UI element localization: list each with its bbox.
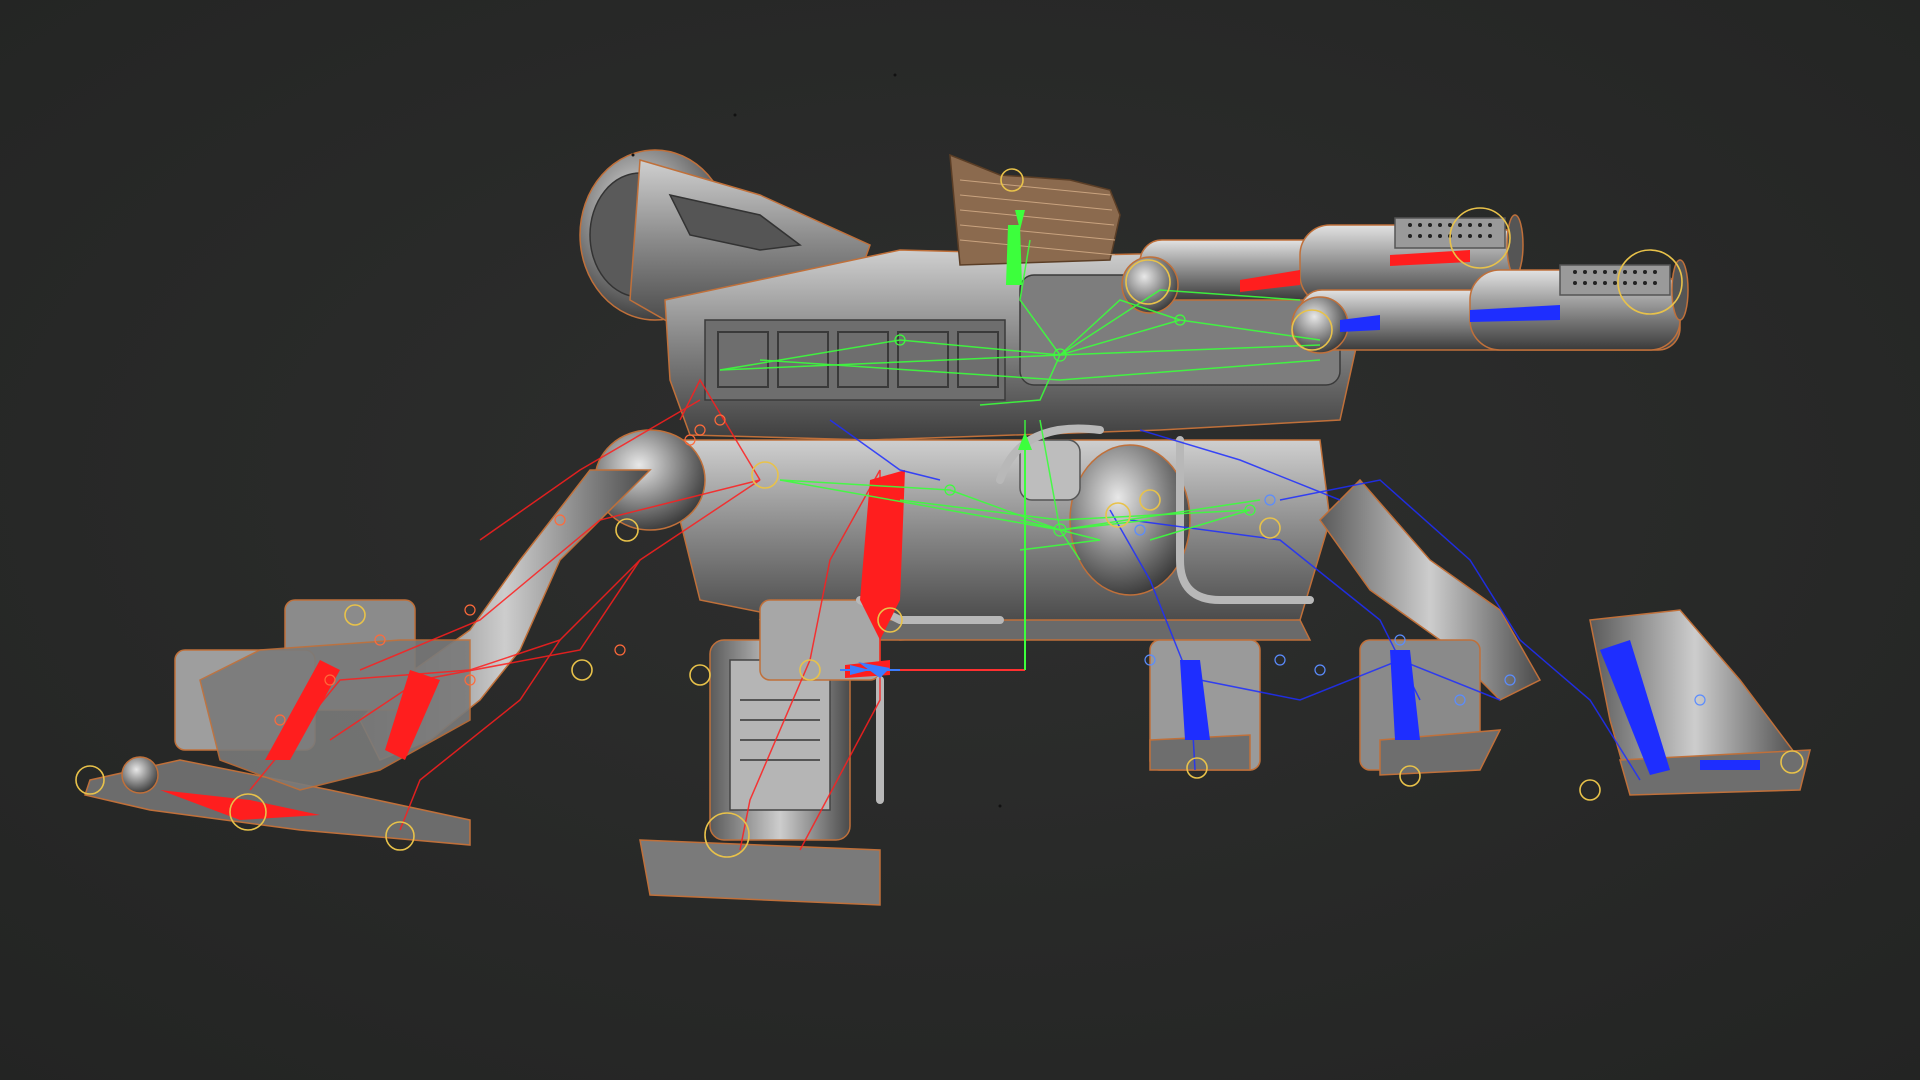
3d-viewport[interactable] <box>0 0 1920 1080</box>
